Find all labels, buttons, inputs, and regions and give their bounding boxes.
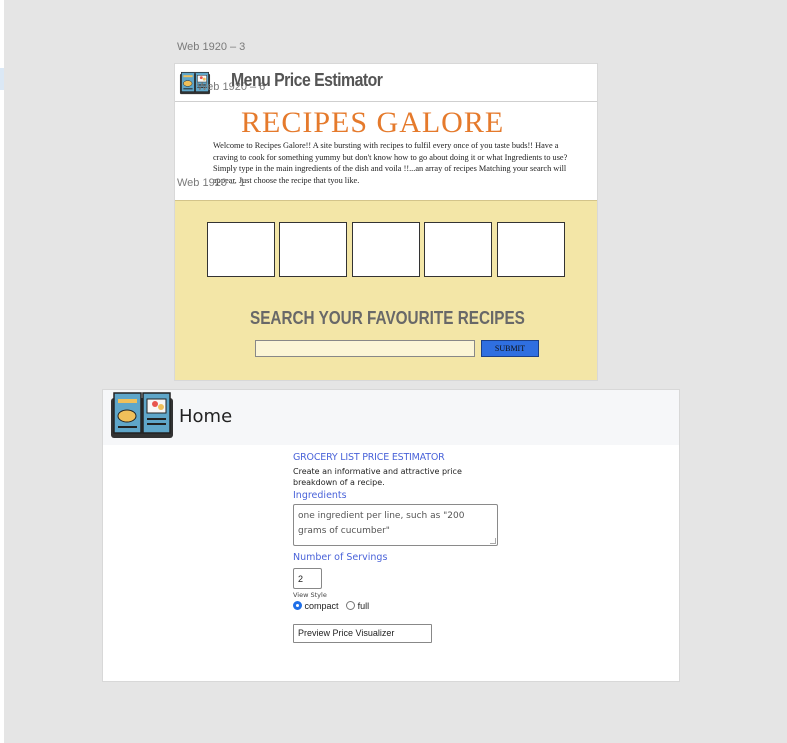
full-radio[interactable] bbox=[346, 601, 356, 610]
recipe-slot[interactable] bbox=[279, 222, 347, 277]
navbar: Home bbox=[103, 390, 679, 445]
search-section: SEARCH YOUR FAVOURITE RECIPES SUBMIT bbox=[175, 200, 597, 380]
servings-input[interactable]: 2 bbox=[293, 568, 322, 589]
ingredients-textarea[interactable]: one ingredient per line, such as "200 gr… bbox=[293, 504, 498, 546]
artboard1-header: Web 1920 – 6 Menu Price Estimator bbox=[175, 64, 597, 102]
recipe-slot[interactable] bbox=[497, 222, 565, 277]
nav-home-link[interactable]: Home bbox=[179, 406, 232, 427]
recipe-slot[interactable] bbox=[424, 222, 492, 277]
canvas-edge bbox=[0, 0, 4, 743]
recipe-slot[interactable] bbox=[207, 222, 275, 277]
compact-label[interactable]: compact bbox=[305, 601, 339, 611]
ingredients-placeholder: one ingredient per line, such as "200 gr… bbox=[298, 511, 465, 536]
recipe-slot[interactable] bbox=[352, 222, 420, 277]
search-input[interactable] bbox=[255, 340, 475, 357]
submit-button[interactable]: SUBMIT bbox=[481, 340, 539, 357]
app-title: Menu Price Estimator bbox=[231, 70, 383, 90]
ingredients-label: Ingredients bbox=[293, 490, 347, 501]
welcome-paragraph: Welcome to Recipes Galore!! A site burst… bbox=[213, 141, 568, 185]
artboard-label-top[interactable]: Web 1920 – 3 bbox=[177, 41, 245, 53]
servings-label: Number of Servings bbox=[293, 552, 388, 563]
page-description: Create an informative and attractive pri… bbox=[293, 467, 462, 487]
full-label[interactable]: full bbox=[358, 601, 370, 611]
artboard-label-middle[interactable]: Web 1920 – 1 bbox=[177, 177, 245, 189]
recipe-book-icon[interactable] bbox=[109, 390, 175, 440]
page-heading: GROCERY LIST PRICE ESTIMATOR bbox=[293, 452, 445, 463]
recipes-galore-artboard: Web 1920 – 6 Menu Price Estimator RECIPE… bbox=[174, 63, 598, 381]
resize-grip-icon[interactable] bbox=[490, 538, 496, 544]
compact-radio[interactable] bbox=[293, 601, 302, 610]
price-estimator-artboard: Home GROCERY LIST PRICE ESTIMATOR Create… bbox=[102, 389, 680, 682]
view-style-options: compact full bbox=[293, 601, 369, 615]
search-title: SEARCH YOUR FAVOURITE RECIPES bbox=[250, 308, 525, 328]
view-style-label: View Style bbox=[293, 591, 327, 599]
brand-heading: RECIPES GALORE bbox=[241, 106, 505, 139]
preview-visualizer-button[interactable]: Preview Price Visualizer bbox=[293, 624, 432, 643]
canvas-edge-marker bbox=[0, 68, 4, 90]
